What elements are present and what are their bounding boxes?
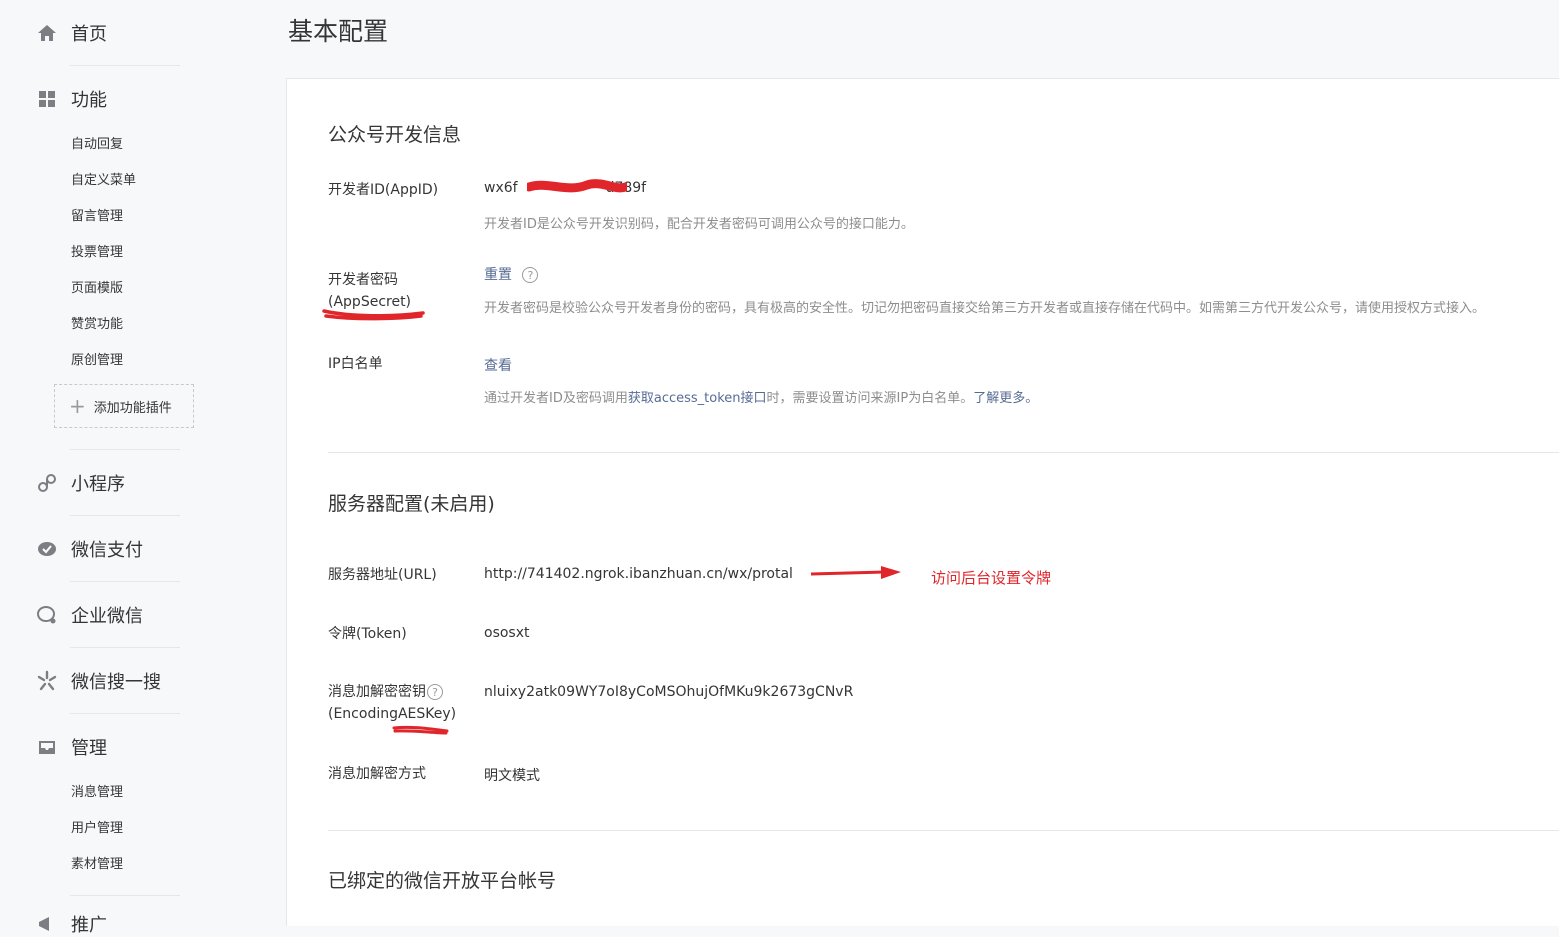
encrypt-mode-value: 明文模式 [484, 768, 540, 784]
sidebar: 首页 功能 自动回复 自定义菜单 留言管理 投票管理 页面模版 赞赏功能 原创管… [0, 0, 286, 936]
section-divider [328, 830, 1559, 831]
encrypt-mode-label: 消息加解密方式 [328, 766, 426, 782]
wechat-pay-icon [36, 538, 58, 560]
view-ip-whitelist-link[interactable]: 查看 [484, 355, 512, 375]
megaphone-icon [36, 913, 58, 935]
sidebar-item-page-templates[interactable]: 页面模版 [71, 277, 123, 296]
aeskey-label-line2: (EncodingAESKey) [328, 706, 457, 722]
nav-enterprise-wechat-label: 企业微信 [71, 606, 143, 627]
server-config-title: 服务器配置(未启用) [328, 493, 495, 515]
appsecret-desc: 开发者密码是校验公众号开发者身份的密码，具有极高的安全性。切记勿把密码直接交给第… [484, 301, 1486, 316]
nav-separator [70, 65, 180, 66]
sidebar-item-messages[interactable]: 消息管理 [71, 781, 123, 800]
sidebar-item-custom-menu[interactable]: 自定义菜单 [71, 169, 136, 188]
help-icon[interactable]: ? [522, 267, 539, 283]
token-label: 令牌(Token) [328, 626, 407, 642]
nav-management[interactable]: 管理 [36, 735, 107, 759]
nav-home-label: 首页 [71, 24, 107, 45]
nav-separator [70, 515, 180, 516]
help-icon[interactable]: ? [427, 684, 443, 700]
ip-whitelist-label: IP白名单 [328, 356, 383, 372]
annotation-text: 访问后台设置令牌 [931, 569, 1052, 587]
add-plugin-button[interactable]: + 添加功能插件 [54, 384, 194, 428]
nav-separator [70, 895, 180, 896]
dev-info-title: 公众号开发信息 [328, 124, 462, 146]
aeskey-label: 消息加解密密钥? (EncodingAESKey) [328, 681, 456, 725]
nav-separator [70, 581, 180, 582]
nav-separator [70, 713, 180, 714]
grid-icon [36, 88, 58, 110]
nav-enterprise-wechat[interactable]: 企业微信 [36, 603, 143, 627]
bound-platform-title: 已绑定的微信开放平台帐号 [328, 870, 557, 892]
access-token-link[interactable]: 获取access_token接口 [628, 391, 767, 406]
nav-wechat-search[interactable]: 微信搜一搜 [36, 669, 161, 693]
sidebar-item-users[interactable]: 用户管理 [71, 817, 123, 836]
appid-desc: 开发者ID是公众号开发识别码，配合开发者密码可调用公众号的接口能力。 [484, 217, 914, 232]
appsecret-actions: 重置 ? [484, 264, 539, 284]
appid-value-start: wx6f [484, 180, 518, 196]
page-title: 基本配置 [288, 17, 389, 46]
ip-desc-part2: 时，需要设置访问来源IP为白名单。 [766, 391, 974, 406]
inbox-icon [36, 736, 58, 758]
plus-icon: + [69, 394, 86, 418]
appsecret-label-line2: (AppSecret) [328, 294, 412, 310]
section-divider [328, 452, 1559, 453]
nav-wechat-pay-label: 微信支付 [71, 540, 143, 561]
sidebar-item-comments[interactable]: 留言管理 [71, 205, 123, 224]
nav-promotion-label: 推广 [71, 915, 107, 936]
appsecret-label-line1: 开发者密码 [328, 272, 398, 288]
appid-label: 开发者ID(AppID) [328, 182, 439, 198]
nav-mini-program[interactable]: 小程序 [36, 471, 125, 495]
ip-desc-part1: 通过开发者ID及密码调用 [484, 391, 628, 406]
nav-wechat-pay[interactable]: 微信支付 [36, 537, 143, 561]
aeskey-value: nluixy2atk09WY7oI8yCoMSOhujOfMKu9k2673gC… [484, 684, 854, 700]
reset-secret-link[interactable]: 重置 [484, 267, 512, 283]
learn-more-link[interactable]: 了解更多。 [973, 391, 1038, 406]
mini-program-icon [36, 472, 58, 494]
appid-value: wx6f d789f [484, 180, 646, 196]
nav-separator [70, 449, 180, 450]
nav-promotion[interactable]: 推广 [36, 912, 107, 936]
sidebar-item-materials[interactable]: 素材管理 [71, 853, 123, 872]
sidebar-item-auto-reply[interactable]: 自动回复 [71, 133, 123, 152]
nav-separator [70, 647, 180, 648]
aeskey-label-line1: 消息加解密密钥 [328, 684, 426, 700]
token-value: ososxt [484, 625, 530, 641]
home-icon [36, 22, 58, 44]
nav-features[interactable]: 功能 [36, 87, 107, 111]
enterprise-wechat-icon [36, 604, 58, 626]
sidebar-item-votes[interactable]: 投票管理 [71, 241, 123, 260]
ip-whitelist-desc: 通过开发者ID及密码调用获取access_token接口时，需要设置访问来源IP… [484, 387, 1038, 406]
sidebar-item-rewards[interactable]: 赞赏功能 [71, 313, 123, 332]
nav-home[interactable]: 首页 [36, 21, 107, 45]
server-url-label: 服务器地址(URL) [328, 567, 437, 583]
nav-wechat-search-label: 微信搜一搜 [71, 672, 161, 693]
wechat-search-icon [36, 670, 58, 692]
server-url-value: http://741402.ngrok.ibanzhuan.cn/wx/prot… [484, 566, 793, 582]
nav-features-label: 功能 [71, 90, 107, 111]
arrow-annotation [810, 566, 901, 579]
nav-mini-program-label: 小程序 [71, 474, 125, 495]
add-plugin-label: 添加功能插件 [93, 400, 172, 416]
underline-scribble [392, 725, 449, 735]
sidebar-item-original[interactable]: 原创管理 [71, 349, 123, 368]
appsecret-label: 开发者密码 (AppSecret) [328, 269, 411, 313]
config-card: 公众号开发信息 开发者ID(AppID) wx6f d789f 开发者ID是公众号… [286, 78, 1559, 926]
appid-value-end: d789f [605, 180, 647, 196]
nav-management-label: 管理 [71, 738, 107, 759]
